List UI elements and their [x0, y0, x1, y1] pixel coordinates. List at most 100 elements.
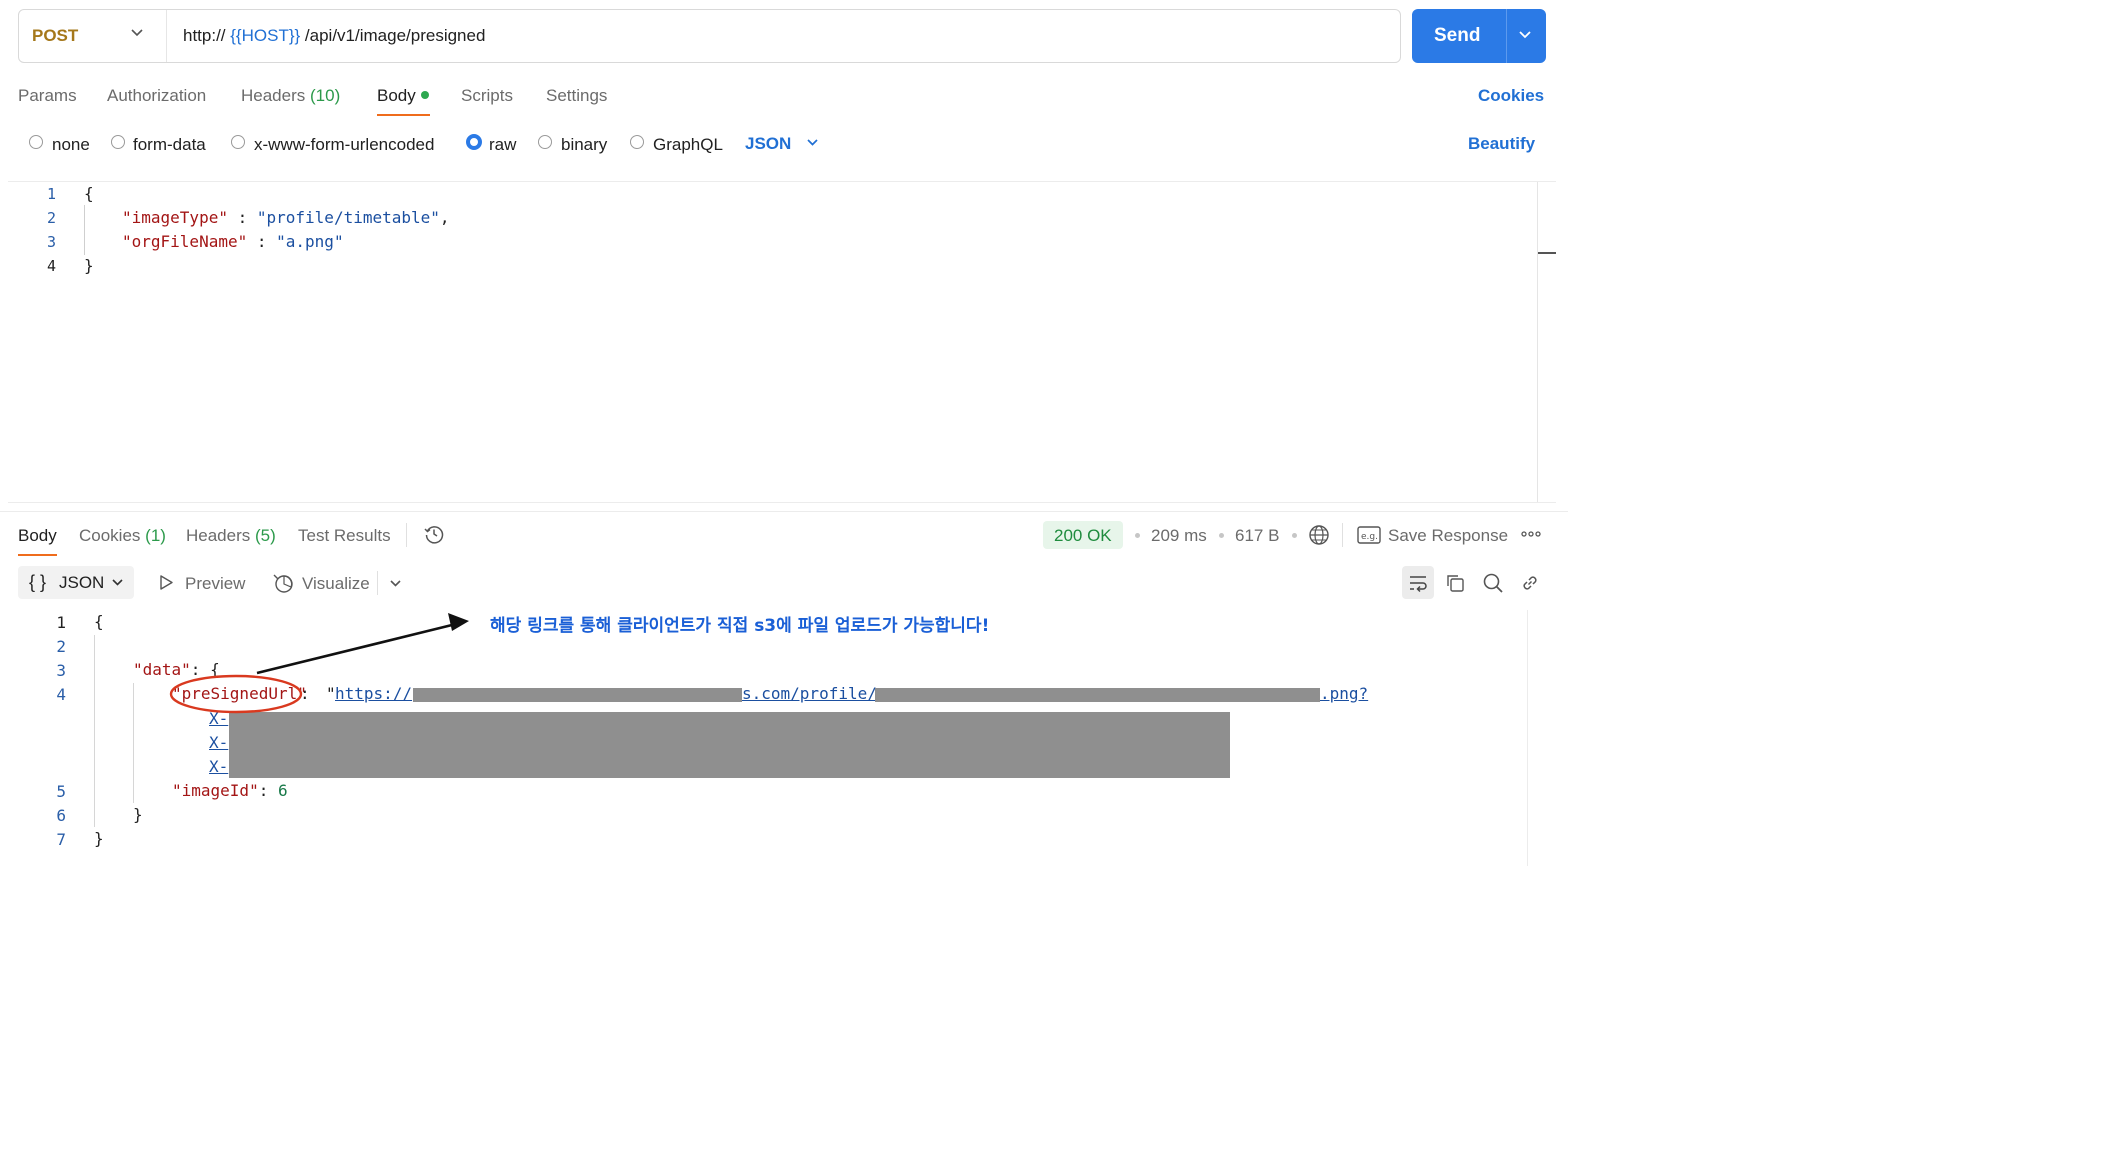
pane-divider[interactable] [0, 511, 1568, 512]
chevron-down-icon[interactable] [389, 579, 402, 588]
line-number: 6 [56, 806, 66, 825]
code-line: "imageType" : "profile/timetable", [122, 208, 450, 227]
url-input[interactable]: http:// {{HOST}} /api/v1/image/presigned [183, 26, 485, 46]
radio-form-data[interactable] [111, 135, 125, 149]
code-line: "orgFileName" : "a.png" [122, 232, 344, 251]
indent-guide [84, 205, 85, 255]
line-number: 7 [56, 830, 66, 849]
response-size[interactable]: 617 B [1235, 526, 1279, 546]
send-button[interactable]: Send [1412, 9, 1546, 63]
code-line: "imageId": 6 [172, 781, 288, 800]
radio-binary-label: binary [561, 135, 608, 154]
response-format-select[interactable]: { } JSON [18, 566, 134, 599]
json-key: "orgFileName" [122, 232, 248, 251]
chevron-down-icon[interactable] [806, 138, 819, 147]
response-tab-body[interactable]: Body [18, 526, 57, 546]
annotation-arrow [256, 623, 453, 675]
meta-separator [1219, 533, 1224, 538]
chevron-down-icon [112, 579, 123, 586]
url-path: /api/v1/image/presigned [300, 26, 486, 45]
presigned-url-link[interactable]: X- [209, 757, 228, 776]
presigned-url-link[interactable]: X- [209, 733, 228, 752]
tab-settings[interactable]: Settings [546, 86, 607, 106]
toolbar-divider [1342, 523, 1343, 547]
send-label: Send [1434, 25, 1481, 46]
meta-separator [1135, 533, 1140, 538]
history-icon[interactable] [423, 523, 445, 545]
cookies-link[interactable]: Cookies [1478, 86, 1544, 106]
copy-icon[interactable] [1445, 573, 1465, 593]
cookies-count: (1) [145, 526, 166, 545]
chevron-down-icon[interactable] [130, 28, 144, 38]
radio-binary[interactable] [538, 135, 552, 149]
search-icon[interactable] [1482, 572, 1504, 594]
response-time[interactable]: 209 ms [1151, 526, 1207, 546]
tab-body[interactable]: Body [377, 86, 416, 106]
body-modified-dot [421, 91, 429, 99]
request-body-editor[interactable] [8, 181, 1556, 503]
wrap-lines-button[interactable] [1402, 566, 1434, 599]
chevron-down-icon[interactable] [1518, 30, 1532, 40]
line-number: 2 [46, 209, 56, 227]
response-tab-cookies-label: Cookies [79, 526, 141, 545]
response-tab-test-results[interactable]: Test Results [298, 526, 391, 546]
annotation-arrowhead [448, 613, 469, 631]
tab-headers-label: Headers [241, 86, 306, 105]
redaction-bar [875, 688, 1320, 702]
globe-icon[interactable] [1308, 524, 1330, 546]
indent-guide [94, 635, 95, 827]
tab-params[interactable]: Params [18, 86, 77, 106]
language-select[interactable]: JSON [745, 134, 791, 154]
wrap-lines-icon [1410, 576, 1427, 593]
more-options-icon[interactable] [1520, 526, 1542, 542]
line-number: 3 [46, 233, 56, 251]
annotation-text: 해당 링크를 통해 클라이언트가 직접 s3에 파일 업로드가 가능합니다! [490, 616, 990, 636]
presigned-url-link[interactable]: https:// [335, 684, 412, 703]
json-colon: : [258, 781, 278, 800]
preview-button[interactable]: Preview [185, 574, 245, 594]
json-number: 6 [277, 781, 288, 800]
play-icon[interactable] [158, 574, 174, 591]
url-divider [166, 10, 167, 62]
response-tab-headers[interactable]: Headers (5) [186, 526, 276, 546]
json-key: "data" [133, 660, 191, 679]
line-number: 5 [56, 782, 66, 801]
line-number: 2 [56, 637, 66, 656]
presigned-url-link[interactable]: s.com/profile/ [742, 684, 877, 703]
radio-raw[interactable] [466, 134, 482, 150]
response-tab-cookies[interactable]: Cookies (1) [79, 526, 166, 546]
visualize-button[interactable]: Visualize [302, 574, 370, 594]
response-tab-headers-label: Headers [186, 526, 251, 545]
line-number: 1 [56, 613, 66, 632]
beautify-button[interactable]: Beautify [1468, 134, 1535, 154]
radio-graphql-label: GraphQL [653, 135, 723, 154]
response-scrollbar-track[interactable] [1527, 610, 1528, 866]
radio-urlencoded[interactable] [231, 135, 245, 149]
json-key: "preSignedUrl" [172, 684, 307, 703]
method-select[interactable]: POST [32, 26, 78, 46]
json-key: "imageType" [122, 208, 228, 227]
line-number: 1 [46, 185, 56, 203]
presigned-url-link[interactable]: X- [209, 709, 228, 728]
code-close-brace: } [94, 829, 104, 848]
radio-none[interactable] [29, 135, 43, 149]
radio-graphql[interactable] [630, 135, 644, 149]
url-prefix: http:// [183, 26, 231, 45]
save-example-icon[interactable]: e.g. [1357, 525, 1381, 545]
editor-scrollbar-marker[interactable] [1538, 252, 1556, 254]
code-open-brace: { [94, 612, 104, 631]
tab-scripts[interactable]: Scripts [461, 86, 513, 106]
save-response-button[interactable]: Save Response [1388, 526, 1508, 546]
tab-authorization[interactable]: Authorization [107, 86, 206, 106]
svg-text:e.g.: e.g. [1361, 532, 1378, 542]
tab-headers[interactable]: Headers (10) [241, 86, 340, 106]
status-code: 200 OK [1054, 526, 1112, 545]
code-open-brace: { [84, 184, 94, 203]
visualize-icon[interactable] [272, 572, 294, 594]
code-close-brace: } [133, 805, 143, 824]
radio-form-data-label: form-data [133, 135, 206, 154]
json-colon: : [227, 208, 257, 227]
link-icon[interactable] [1520, 573, 1540, 593]
json-string: "profile/timetable" [256, 208, 440, 227]
presigned-url-link[interactable]: .png? [1320, 684, 1368, 703]
